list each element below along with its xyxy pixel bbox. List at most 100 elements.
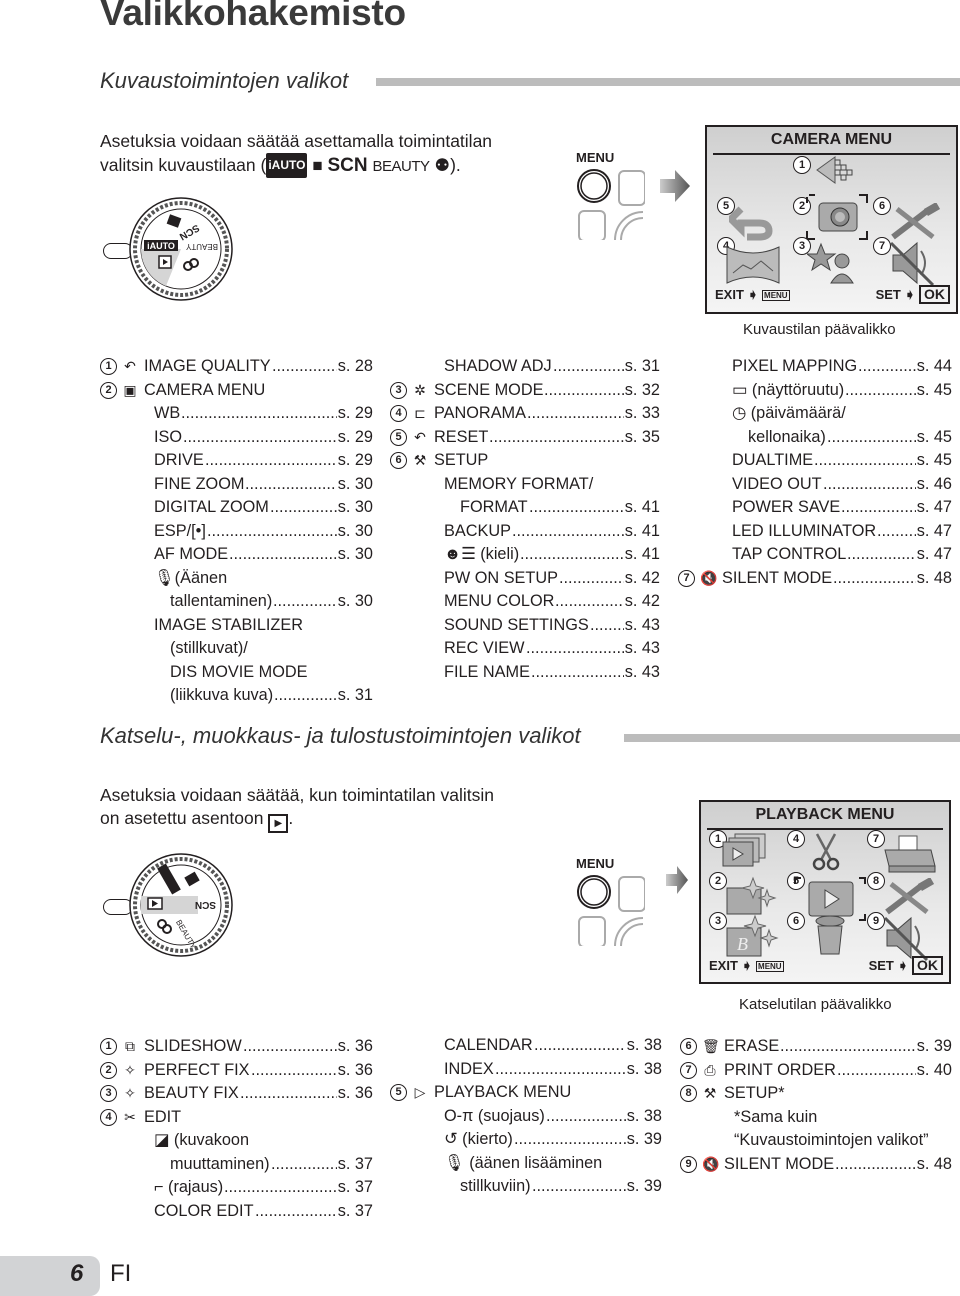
menu-index-entry[interactable]: FILE NAME...............................…: [390, 660, 660, 684]
menu-index-entry[interactable]: (liikkuva kuva).........................…: [100, 684, 373, 708]
menu-index-entry[interactable]: O‑π (suojaus)...........................…: [390, 1104, 662, 1128]
menu-index-entry[interactable]: 4 ✂ EDIT: [100, 1106, 373, 1130]
camera-icon[interactable]: [805, 193, 869, 241]
menu-button-diagram[interactable]: [575, 872, 645, 946]
menu-index-entry[interactable]: PW ON SETUP.............................…: [390, 566, 660, 590]
page-reference[interactable]: s. 36: [336, 1082, 373, 1106]
mode-dial-shooting[interactable]: iAUTO SCN BEAUTY: [128, 196, 234, 302]
menu-index-entry[interactable]: 3 ✧ BEAUTY FIX............................…: [100, 1082, 373, 1106]
menu-index-entry[interactable]: 1 ↶ IMAGE QUALITY.........................…: [100, 355, 373, 379]
menu-index-entry[interactable]: SHADOW ADJ..............................…: [390, 355, 660, 379]
menu-index-entry[interactable]: AF MODE.................................…: [100, 543, 373, 567]
menu-index-entry[interactable]: COLOR EDIT..............................…: [100, 1199, 373, 1223]
menu-index-entry[interactable]: 5 ↶ RESET.................................…: [390, 425, 660, 449]
menu-index-entry[interactable]: 2 ▣ CAMERA MENU: [100, 379, 373, 403]
scissors-icon[interactable]: [809, 832, 843, 872]
page-reference[interactable]: s. 43: [623, 637, 660, 661]
page-reference[interactable]: s. 45: [915, 378, 952, 402]
page-reference[interactable]: s. 47: [915, 496, 952, 520]
menu-index-entry[interactable]: 4 ⊏ PANORAMA..............................…: [390, 402, 660, 426]
menu-index-entry[interactable]: kellonaika).............................…: [678, 425, 952, 449]
menu-index-entry[interactable]: ISO.....................................…: [100, 425, 373, 449]
menu-index-entry[interactable]: WB......................................…: [100, 402, 373, 426]
perfect-fix-icon[interactable]: [725, 876, 779, 918]
menu-index-entry[interactable]: BACKUP..................................…: [390, 519, 660, 543]
menu-index-entry[interactable]: ◪ (kuvakoon: [100, 1129, 373, 1153]
page-reference[interactable]: s. 44: [915, 355, 952, 379]
page-reference[interactable]: s. 33: [623, 402, 660, 426]
menu-index-entry[interactable]: FORMAT..................................…: [390, 496, 660, 520]
page-reference[interactable]: s. 36: [336, 1058, 373, 1082]
menu-index-entry[interactable]: “Kuvaustoimintojen valikot”: [680, 1129, 952, 1153]
menu-index-entry[interactable]: IMAGE STABILIZER: [100, 614, 373, 638]
page-reference[interactable]: s. 46: [915, 472, 952, 496]
page-reference[interactable]: s. 41: [623, 543, 660, 567]
scene-mode-icon[interactable]: [807, 239, 857, 284]
panorama-icon[interactable]: [725, 245, 781, 285]
screen-item-number[interactable]: 1: [793, 156, 811, 174]
page-reference[interactable]: s. 38: [625, 1057, 662, 1081]
menu-index-entry[interactable]: REC VIEW................................…: [390, 637, 660, 661]
menu-index-entry[interactable]: 2 ✧ PERFECT FIX...........................…: [100, 1058, 373, 1082]
menu-index-entry[interactable]: LED ILLUMINATOR.........................…: [678, 519, 952, 543]
page-reference[interactable]: s. 28: [336, 355, 373, 379]
menu-index-entry[interactable]: ▭ (näyttöruutu).........................…: [678, 378, 952, 402]
menu-index-entry[interactable]: stillkuviin)............................…: [390, 1175, 662, 1199]
menu-index-entry[interactable]: ☻☰ (kieli)..............................…: [390, 543, 660, 567]
menu-index-entry[interactable]: 7 🔇SILENT MODE...........................…: [678, 566, 952, 590]
printer-icon[interactable]: [881, 834, 937, 874]
reset-icon[interactable]: [729, 205, 779, 241]
setup-tools-icon[interactable]: [887, 203, 943, 243]
menu-index-entry[interactable]: SOUND SETTINGS..........................…: [390, 613, 660, 637]
page-reference[interactable]: s. 42: [623, 590, 660, 614]
menu-index-entry[interactable]: DIS MOVIE MODE: [100, 661, 373, 685]
menu-index-entry[interactable]: 🎙 (äänen lisääminen: [390, 1152, 662, 1176]
menu-index-entry[interactable]: 1 ⧉ SLIDESHOW.............................…: [100, 1035, 373, 1059]
page-reference[interactable]: s. 39: [625, 1128, 662, 1152]
page-reference[interactable]: s. 37: [336, 1199, 373, 1223]
menu-index-entry[interactable]: 8 ⚒ SETUP*: [680, 1082, 952, 1106]
menu-index-entry[interactable]: MENU COLOR..............................…: [390, 590, 660, 614]
menu-index-entry[interactable]: muuttaminen)............................…: [100, 1152, 373, 1176]
menu-index-entry[interactable]: tallentaminen)..........................…: [100, 590, 373, 614]
page-reference[interactable]: s. 43: [623, 613, 660, 637]
menu-index-entry[interactable]: FINE ZOOM...............................…: [100, 472, 373, 496]
page-reference[interactable]: s. 37: [336, 1176, 373, 1200]
page-reference[interactable]: s. 30: [336, 472, 373, 496]
menu-index-entry[interactable]: ESP/[•].................................…: [100, 519, 373, 543]
page-reference[interactable]: s. 45: [915, 425, 952, 449]
page-reference[interactable]: s. 42: [623, 566, 660, 590]
page-reference[interactable]: s. 48: [915, 1152, 952, 1176]
menu-index-entry[interactable]: *Sama kuin: [680, 1106, 952, 1130]
mode-dial-playback[interactable]: SCN BEAUTY: [128, 852, 234, 958]
menu-index-entry[interactable]: 7 ⎙ PRINT ORDER...........................…: [680, 1058, 952, 1082]
page-reference[interactable]: s. 37: [336, 1152, 373, 1176]
menu-index-entry[interactable]: DIGITAL ZOOM............................…: [100, 496, 373, 520]
page-reference[interactable]: s. 30: [336, 543, 373, 567]
page-reference[interactable]: s. 41: [623, 519, 660, 543]
page-reference[interactable]: s. 43: [623, 660, 660, 684]
menu-index-entry[interactable]: CALENDAR................................…: [390, 1034, 662, 1058]
menu-index-entry[interactable]: ◷ (päivämäärä/: [678, 402, 952, 426]
page-reference[interactable]: s. 47: [915, 543, 952, 567]
page-reference[interactable]: s. 31: [623, 355, 660, 379]
menu-index-entry[interactable]: (stillkuvat)/: [100, 637, 373, 661]
setup-tools-icon[interactable]: [881, 878, 937, 918]
menu-index-entry[interactable]: ⌐ (rajaus)..............................…: [100, 1176, 373, 1200]
image-quality-icon[interactable]: [815, 155, 855, 185]
menu-index-entry[interactable]: ↺ (kierto)..............................…: [390, 1128, 662, 1152]
screen-item-number[interactable]: 6: [787, 912, 805, 930]
page-reference[interactable]: s. 30: [336, 519, 373, 543]
silent-mode-icon[interactable]: [887, 239, 937, 287]
page-reference[interactable]: s. 47: [915, 519, 952, 543]
menu-index-entry[interactable]: 3 ✲ SCENE MODE............................…: [390, 378, 660, 402]
menu-index-entry[interactable]: DUALTIME................................…: [678, 449, 952, 473]
page-reference[interactable]: s. 32: [623, 378, 660, 402]
menu-index-entry[interactable]: VIDEO OUT...............................…: [678, 472, 952, 496]
trash-icon[interactable]: [813, 914, 847, 956]
menu-index-entry[interactable]: DRIVE...................................…: [100, 449, 373, 473]
page-reference[interactable]: s. 40: [915, 1058, 952, 1082]
menu-index-entry[interactable]: 🎙(Äänen: [100, 567, 373, 591]
menu-button-diagram[interactable]: [575, 166, 645, 240]
menu-index-entry[interactable]: 6 ⚒ SETUP: [390, 449, 660, 473]
